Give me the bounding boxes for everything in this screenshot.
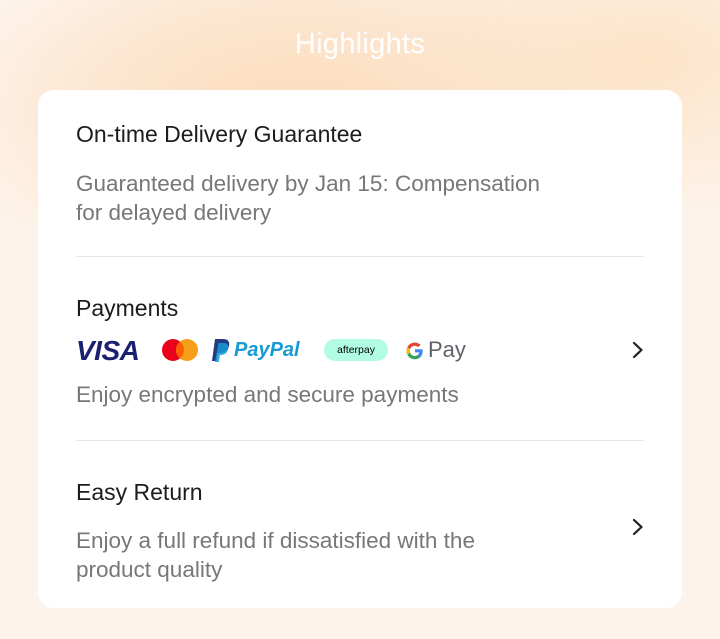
- easy-return-description: Enjoy a full refund if dissatisfied with…: [76, 526, 644, 584]
- easy-return-description-line: product quality: [76, 557, 223, 582]
- google-pay-logo: Pay: [404, 335, 474, 365]
- divider: [76, 440, 644, 441]
- paypal-wordmark: PayPal: [234, 339, 300, 361]
- easy-return-chevron-right-icon[interactable]: [632, 518, 644, 536]
- delivery-guarantee-description: Guaranteed delivery by Jan 15: Compensat…: [76, 169, 644, 227]
- mastercard-logo: [160, 335, 200, 365]
- delivery-guarantee-section: On-time Delivery Guarantee Guaranteed de…: [76, 120, 644, 227]
- header-title: Highlights: [294, 28, 426, 60]
- google-pay-wordmark: Pay: [428, 337, 466, 362]
- visa-logo: VISA: [76, 335, 140, 366]
- highlights-card: On-time Delivery Guarantee Guaranteed de…: [38, 90, 682, 608]
- paypal-logo: PayPal: [210, 335, 310, 365]
- delivery-guarantee-description-line: for delayed delivery: [76, 200, 272, 225]
- delivery-guarantee-title: On-time Delivery Guarantee: [76, 121, 363, 147]
- divider: [76, 256, 644, 257]
- payments-description-wrap: Enjoy encrypted and secure payments: [76, 380, 644, 409]
- easy-return-title: Easy Return: [76, 479, 203, 505]
- easy-return-content: Easy Return Enjoy a full refund if dissa…: [76, 478, 644, 584]
- payments-chevron-right-icon[interactable]: [632, 341, 644, 359]
- easy-return-description-line: Enjoy a full refund if dissatisfied with…: [76, 528, 475, 553]
- payments-title: Payments: [76, 295, 179, 321]
- payments-description: Enjoy encrypted and secure payments: [76, 382, 459, 407]
- payment-logos: VISA PayPal afterpay Pay: [76, 335, 496, 366]
- afterpay-logo: afterpay: [324, 339, 388, 361]
- payments-title-wrap: Payments: [76, 294, 644, 322]
- delivery-guarantee-description-line: Guaranteed delivery by Jan 15: Compensat…: [76, 171, 541, 196]
